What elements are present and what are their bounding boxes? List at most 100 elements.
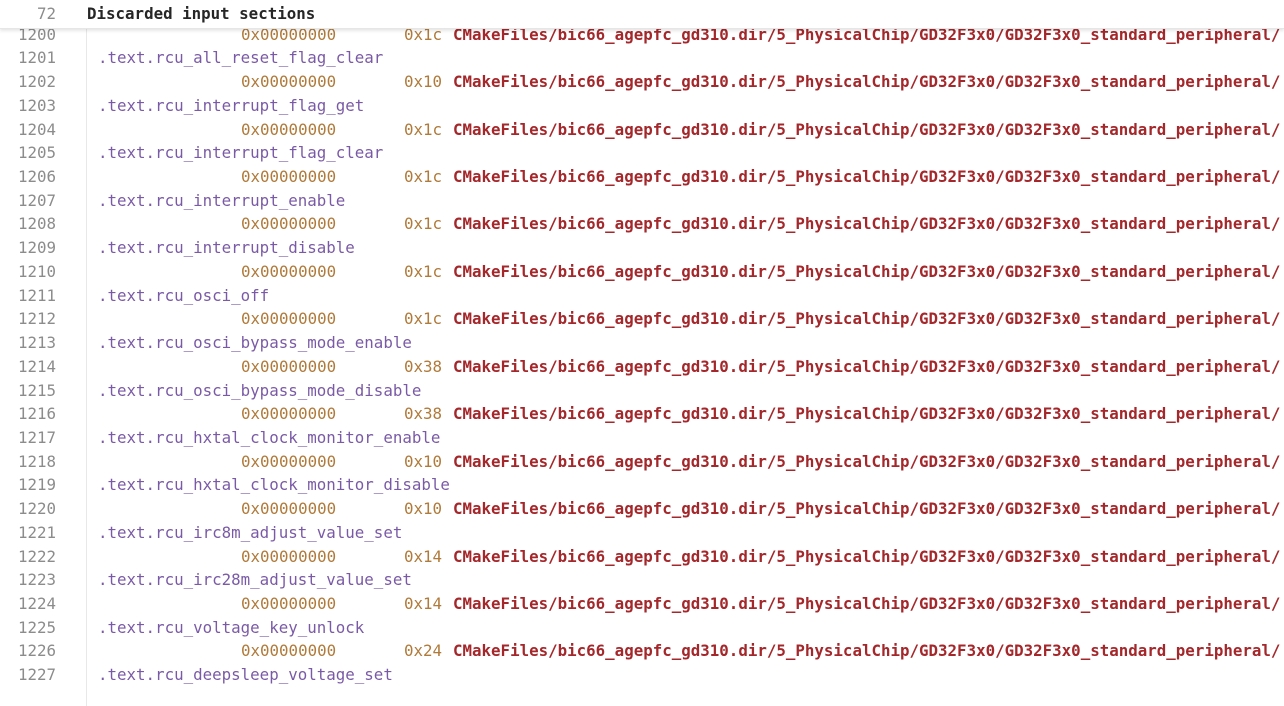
- line-number: 1205: [17, 143, 56, 163]
- entry-line[interactable]: 1220 0x00000000 0x10 CMakeFiles/bic66_agepf…: [0, 497, 1284, 521]
- size-value: 0x1c: [404, 214, 443, 234]
- section-line[interactable]: 1227 .text.rcu_deepsleep_voltage_set: [0, 663, 1284, 687]
- object-file-path: CMakeFiles/bic66_agepfc_gd310.dir/5_Phys…: [453, 119, 1281, 139]
- section-line[interactable]: 1207 .text.rcu_interrupt_enable: [0, 189, 1284, 213]
- section-line[interactable]: 1219 .text.rcu_hxtal_clock_monitor_disabl…: [0, 473, 1284, 497]
- section-name: .text.rcu_osci_off: [98, 285, 270, 305]
- section-line[interactable]: 1201 .text.rcu_all_reset_flag_clear: [0, 46, 1284, 70]
- section-name: .text.rcu_osci_bypass_mode_enable: [98, 333, 412, 353]
- line-number: 1209: [17, 238, 56, 258]
- object-file-path: CMakeFiles/bic66_agepfc_gd310.dir/5_Phys…: [453, 356, 1281, 376]
- sticky-line-number: 72: [36, 4, 56, 23]
- section-name: .text.rcu_irc8m_adjust_value_set: [98, 522, 403, 542]
- line-number: 1222: [17, 546, 56, 566]
- line-number: 1219: [17, 475, 56, 495]
- object-file-path: CMakeFiles/bic66_agepfc_gd310.dir/5_Phys…: [453, 499, 1281, 519]
- entry-line[interactable]: 1204 0x00000000 0x1c CMakeFiles/bic66_agepf…: [0, 118, 1284, 142]
- entry-line[interactable]: 1206 0x00000000 0x1c CMakeFiles/bic66_agepf…: [0, 165, 1284, 189]
- entry-line[interactable]: 1216 0x00000000 0x38 CMakeFiles/bic66_agepf…: [0, 402, 1284, 426]
- entry-line[interactable]: 1210 0x00000000 0x1c CMakeFiles/bic66_agepf…: [0, 260, 1284, 284]
- entry-line[interactable]: 1218 0x00000000 0x10 CMakeFiles/bic66_agepf…: [0, 450, 1284, 474]
- object-file-path: CMakeFiles/bic66_agepfc_gd310.dir/5_Phys…: [453, 167, 1281, 187]
- address-value: 0x00000000: [241, 593, 337, 613]
- line-number: 1226: [17, 641, 56, 661]
- section-line[interactable]: 1221 .text.rcu_irc8m_adjust_value_set: [0, 521, 1284, 545]
- line-number: 1203: [17, 95, 56, 115]
- line-number: 1217: [17, 427, 56, 447]
- size-value: 0x1c: [404, 309, 443, 329]
- object-file-path: CMakeFiles/bic66_agepfc_gd310.dir/5_Phys…: [453, 641, 1281, 661]
- entry-line[interactable]: 1214 0x00000000 0x38 CMakeFiles/bic66_agepf…: [0, 355, 1284, 379]
- line-number: 1220: [17, 499, 56, 519]
- size-value: 0x14: [404, 593, 443, 613]
- size-value: 0x1c: [404, 119, 443, 139]
- entry-line[interactable]: 1224 0x00000000 0x14 CMakeFiles/bic66_agepf…: [0, 592, 1284, 616]
- section-line[interactable]: 1217 .text.rcu_hxtal_clock_monitor_enable: [0, 426, 1284, 450]
- object-file-path: CMakeFiles/bic66_agepfc_gd310.dir/5_Phys…: [453, 593, 1281, 613]
- line-number: 1206: [17, 167, 56, 187]
- address-value: 0x00000000: [241, 356, 337, 376]
- code-editor[interactable]: 72 Discarded input sections 1199.text.rc…: [0, 0, 1284, 706]
- section-line[interactable]: 1211 .text.rcu_osci_off: [0, 284, 1284, 308]
- section-line[interactable]: 1205 .text.rcu_interrupt_flag_clear: [0, 141, 1284, 165]
- section-name: .text.rcu_interrupt_flag_get: [98, 95, 365, 115]
- section-name: .text.rcu_interrupt_disable: [98, 238, 355, 258]
- entry-line[interactable]: 1222 0x00000000 0x14 CMakeFiles/bic66_agepf…: [0, 545, 1284, 569]
- section-name: .text.rcu_all_reset_flag_clear: [98, 48, 384, 68]
- size-value: 0x1c: [404, 167, 443, 187]
- object-file-path: CMakeFiles/bic66_agepfc_gd310.dir/5_Phys…: [453, 404, 1281, 424]
- address-value: 0x00000000: [241, 451, 337, 471]
- line-number: 1212: [17, 309, 56, 329]
- object-file-path: CMakeFiles/bic66_agepfc_gd310.dir/5_Phys…: [453, 546, 1281, 566]
- line-number: 1227: [17, 665, 56, 685]
- size-value: 0x10: [404, 451, 443, 471]
- section-line[interactable]: 1209 .text.rcu_interrupt_disable: [0, 236, 1284, 260]
- code-lines: 1199.text.rcu_flag_get12000x000000000x1c…: [0, 0, 1284, 687]
- address-value: 0x00000000: [241, 546, 337, 566]
- size-value: 0x10: [404, 72, 443, 92]
- section-name: .text.rcu_voltage_key_unlock: [98, 617, 365, 637]
- line-number: 1214: [17, 356, 56, 376]
- line-number: 1224: [17, 593, 56, 613]
- object-file-path: CMakeFiles/bic66_agepfc_gd310.dir/5_Phys…: [453, 309, 1281, 329]
- address-value: 0x00000000: [241, 499, 337, 519]
- section-name: .text.rcu_hxtal_clock_monitor_enable: [98, 427, 441, 447]
- section-line[interactable]: 1213 .text.rcu_osci_bypass_mode_enable: [0, 331, 1284, 355]
- line-number: 1211: [17, 285, 56, 305]
- line-number: 1218: [17, 451, 56, 471]
- address-value: 0x00000000: [241, 72, 337, 92]
- address-value: 0x00000000: [241, 641, 337, 661]
- sticky-scroll-header[interactable]: 72 Discarded input sections: [0, 0, 1284, 29]
- line-number: 1210: [17, 261, 56, 281]
- entry-line[interactable]: 1212 0x00000000 0x1c CMakeFiles/bic66_agepf…: [0, 307, 1284, 331]
- section-name: .text.rcu_deepsleep_voltage_set: [98, 665, 393, 685]
- section-name: .text.rcu_interrupt_enable: [98, 190, 346, 210]
- entry-line[interactable]: 1226 0x00000000 0x24 CMakeFiles/bic66_agepf…: [0, 639, 1284, 663]
- indent-guide: [86, 0, 87, 706]
- line-number: 1221: [17, 522, 56, 542]
- section-line[interactable]: 1203 .text.rcu_interrupt_flag_get: [0, 94, 1284, 118]
- size-value: 0x38: [404, 356, 443, 376]
- entry-line[interactable]: 1208 0x00000000 0x1c CMakeFiles/bic66_agepf…: [0, 212, 1284, 236]
- object-file-path: CMakeFiles/bic66_agepfc_gd310.dir/5_Phys…: [453, 72, 1281, 92]
- entry-line[interactable]: 1202 0x00000000 0x10 CMakeFiles/bic66_agepf…: [0, 70, 1284, 94]
- section-line[interactable]: 1223 .text.rcu_irc28m_adjust_value_set: [0, 568, 1284, 592]
- line-number: 1223: [17, 570, 56, 590]
- sticky-header-text: Discarded input sections: [87, 4, 316, 23]
- section-name: .text.rcu_osci_bypass_mode_disable: [98, 380, 422, 400]
- size-value: 0x10: [404, 499, 443, 519]
- line-number: 1225: [17, 617, 56, 637]
- size-value: 0x38: [404, 404, 443, 424]
- address-value: 0x00000000: [241, 167, 337, 187]
- line-number: 1213: [17, 333, 56, 353]
- line-number: 1204: [17, 119, 56, 139]
- section-line[interactable]: 1225 .text.rcu_voltage_key_unlock: [0, 616, 1284, 640]
- address-value: 0x00000000: [241, 261, 337, 281]
- section-line[interactable]: 1215 .text.rcu_osci_bypass_mode_disable: [0, 379, 1284, 403]
- address-value: 0x00000000: [241, 309, 337, 329]
- object-file-path: CMakeFiles/bic66_agepfc_gd310.dir/5_Phys…: [453, 261, 1281, 281]
- section-name: .text.rcu_irc28m_adjust_value_set: [98, 570, 412, 590]
- size-value: 0x14: [404, 546, 443, 566]
- address-value: 0x00000000: [241, 214, 337, 234]
- line-number: 1215: [17, 380, 56, 400]
